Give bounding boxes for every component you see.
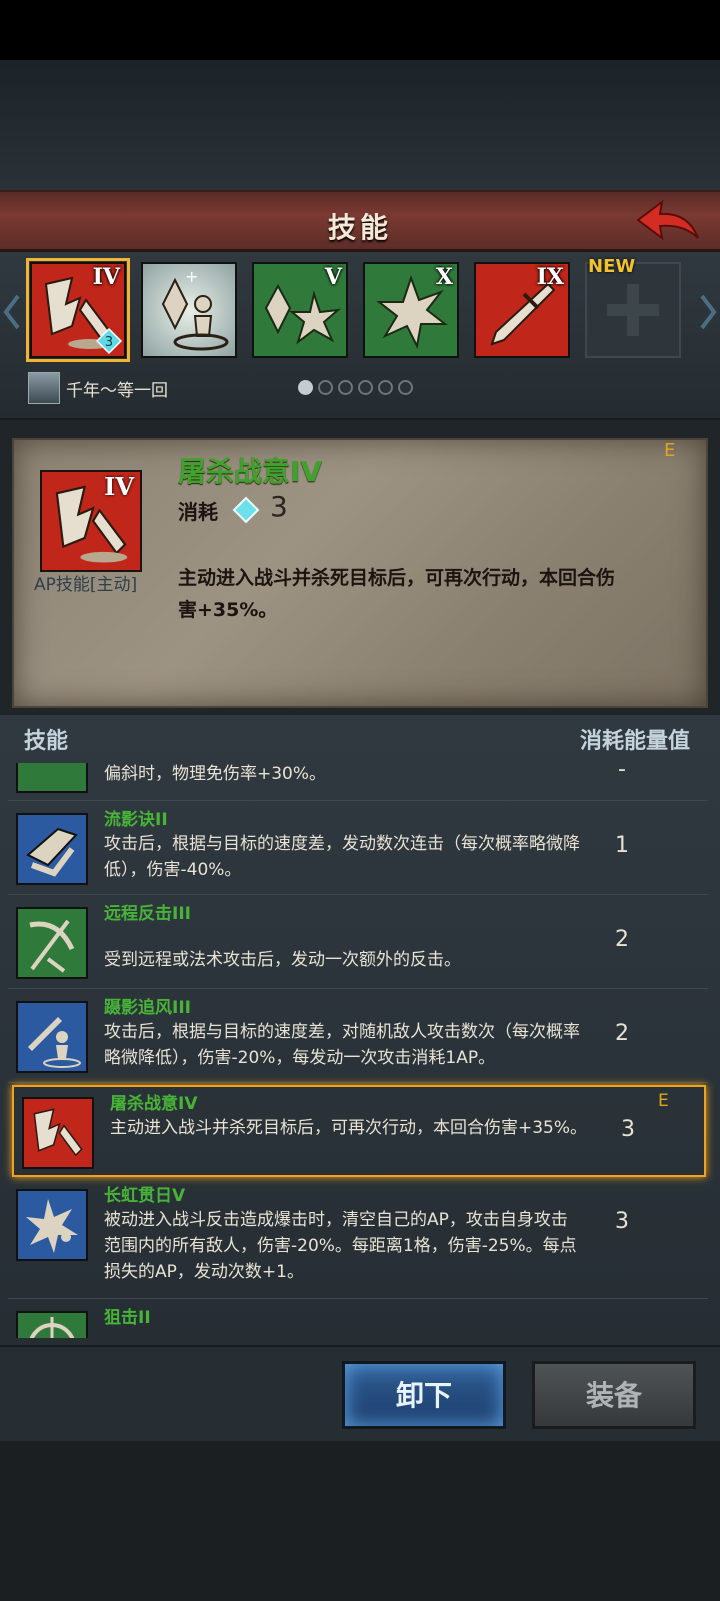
target-icon xyxy=(16,1311,88,1338)
skill-slot-5[interactable]: IX xyxy=(474,262,570,358)
page-dot[interactable] xyxy=(358,380,373,395)
chevron-left-icon[interactable] xyxy=(2,292,22,332)
skill-description: 主动进入战斗并杀死目标后，可再次行动，本回合伤害+35%。 xyxy=(178,567,616,621)
skill-row-desc: 受到远程或法术攻击后，发动一次额外的反击。 xyxy=(104,950,461,970)
skill-row[interactable]: 蹑影追风III 攻击后，根据与目标的速度差，对随机敌人攻击数次（每次概率略微降低… xyxy=(8,991,708,1083)
skill-row[interactable]: 狙击II xyxy=(8,1301,708,1338)
cost-label: 消耗 xyxy=(178,500,218,524)
skill-type-label: AP技能[主动] xyxy=(34,575,138,595)
list-header-cost: 消耗能量值 xyxy=(579,729,690,754)
skill-slot-4[interactable]: X xyxy=(363,262,459,358)
back-arrow-icon[interactable] xyxy=(632,198,702,246)
page-dot[interactable] xyxy=(398,380,413,395)
skill-row-name: 远程反击III xyxy=(104,904,191,924)
energy-gem-icon xyxy=(232,496,260,524)
status-bar-area xyxy=(0,0,720,60)
slot-rank: IV xyxy=(92,264,120,290)
skill-slot-3[interactable]: V xyxy=(252,262,348,358)
skill-row-cost: - xyxy=(618,763,626,782)
equip-button[interactable]: 装备 xyxy=(532,1361,696,1429)
slot-rank: IX xyxy=(536,264,564,290)
svg-text:3: 3 xyxy=(105,335,113,350)
new-badge: NEW xyxy=(588,256,636,277)
skill-row[interactable]: 流影诀II 攻击后，根据与目标的速度差，发动数次连击（每次概率略微降低），伤害-… xyxy=(8,803,708,895)
empty-slot-icon xyxy=(607,284,659,336)
shadow-sword-icon xyxy=(16,1001,88,1073)
footer-actions: 卸下 装备 xyxy=(0,1345,720,1441)
page-dot[interactable] xyxy=(378,380,393,395)
skill-row-name: 狙击II xyxy=(104,1308,151,1328)
grade-badge: E xyxy=(658,1091,669,1111)
svg-text:+: + xyxy=(185,267,198,286)
skill-row[interactable]: 长虹贯日V 被动进入战斗反击造成爆击时，清空自己的AP，攻击自身攻击范围内的所有… xyxy=(8,1179,708,1299)
rainbow-burst-icon xyxy=(16,1189,88,1261)
skill-name: 屠杀战意IV xyxy=(178,455,323,488)
skill-row-name: 屠杀战意IV xyxy=(110,1094,198,1114)
unequip-button[interactable]: 卸下 xyxy=(342,1361,506,1429)
page-title: 技能 xyxy=(327,211,392,244)
shield-icon xyxy=(16,763,88,793)
skill-row-cost: 2 xyxy=(615,927,629,952)
skill-row-cost: 1 xyxy=(615,833,629,858)
bow-counter-icon xyxy=(16,907,88,979)
list-header: 技能 消耗能量值 xyxy=(0,715,720,763)
skill-row-name: 蹑影追风III xyxy=(104,998,191,1018)
skill-row-name: 流影诀II xyxy=(104,810,168,830)
list-header-skill: 技能 xyxy=(24,729,69,754)
skill-row-cost: 3 xyxy=(621,1117,635,1142)
skill-slot-1[interactable]: IV 3 xyxy=(26,258,130,362)
owner-name: 千年～等一回 xyxy=(66,381,168,401)
skill-row-name: 长虹贯日V xyxy=(104,1186,186,1206)
slot-rank: V xyxy=(324,264,342,290)
skill-row-selected[interactable]: 屠杀战意IV 主动进入战斗并杀死目标后，可再次行动，本回合伤害+35%。 3 E xyxy=(12,1085,706,1177)
detail-skill-icon: IV xyxy=(40,470,142,572)
blade-flurry-icon xyxy=(16,813,88,885)
background-bottom xyxy=(0,1441,720,1601)
level-gem-icon: 3 xyxy=(96,328,122,354)
skill-row-desc: 攻击后，根据与目标的速度差，发动数次连击（每次概率略微降低），伤害-40%。 xyxy=(104,834,580,880)
background-top xyxy=(0,60,720,190)
page-indicator xyxy=(298,380,418,398)
avatar xyxy=(28,372,60,404)
cost-value: 3 xyxy=(270,490,288,523)
skill-row[interactable]: 偏斜时，物理免伤率+30%。 - xyxy=(8,763,708,801)
skill-row-desc: 攻击后，根据与目标的速度差，对随机敌人攻击数次（每次概率略微降低），伤害-20%… xyxy=(104,1022,580,1068)
skill-slot-2[interactable]: + xyxy=(141,262,237,358)
page-dot[interactable] xyxy=(298,380,313,395)
skill-row-desc: 偏斜时，物理免伤率+30%。 xyxy=(104,764,327,784)
skill-row[interactable]: 远程反击III 受到远程或法术攻击后，发动一次额外的反击。 2 xyxy=(8,897,708,989)
page-dot[interactable] xyxy=(338,380,353,395)
page-dot[interactable] xyxy=(318,380,333,395)
skill-list[interactable]: 偏斜时，物理免伤率+30%。 - 流影诀II 攻击后，根据与目标的速度差，发动数… xyxy=(0,763,720,1338)
skill-list-panel: 技能 消耗能量值 偏斜时，物理免伤率+30%。 - 流影诀II 攻击后，根据与目… xyxy=(0,715,720,1345)
chevron-right-icon[interactable] xyxy=(698,292,718,332)
slot-rank: X xyxy=(435,264,453,290)
skill-row-desc: 被动进入战斗反击造成爆击时，清空自己的AP，攻击自身攻击范围内的所有敌人，伤害-… xyxy=(104,1210,577,1282)
header-bar: 技能 xyxy=(0,190,720,252)
skill-row-cost: 2 xyxy=(615,1021,629,1046)
skill-row-cost: 3 xyxy=(615,1209,629,1234)
skill-row-desc: 主动进入战斗并杀死目标后，可再次行动，本回合伤害+35%。 xyxy=(110,1118,588,1138)
crystal-summon-icon: + xyxy=(161,267,229,351)
slaughter-icon xyxy=(22,1097,94,1169)
detail-rank: IV xyxy=(104,472,134,501)
grade-badge: E xyxy=(664,440,676,461)
